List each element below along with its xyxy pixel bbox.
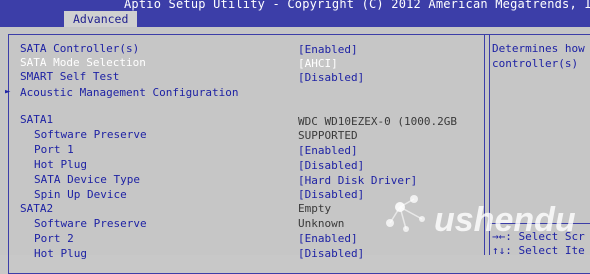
- port2-value[interactable]: [Enabled]: [298, 232, 358, 245]
- spin-up-device-label[interactable]: Spin Up Device: [34, 188, 127, 201]
- sata-mode-selection-value[interactable]: [AHCI]: [298, 57, 338, 70]
- bios-title: Aptio Setup Utility - Copyright (C) 2012…: [124, 0, 590, 11]
- watermark-text: ushendu: [434, 201, 576, 239]
- sata2-hot-plug-label[interactable]: Hot Plug: [34, 247, 87, 260]
- title-bar: Aptio Setup Utility - Copyright (C) 2012…: [0, 0, 590, 27]
- port1-label[interactable]: Port 1: [34, 143, 74, 156]
- smart-self-test-label[interactable]: SMART Self Test: [20, 70, 119, 83]
- port1-value[interactable]: [Enabled]: [298, 144, 358, 157]
- acoustic-management-configuration-link[interactable]: Acoustic Management Configuration: [20, 86, 239, 99]
- watermark-logo: ushendu: [386, 195, 576, 239]
- sata-device-type-label[interactable]: SATA Device Type: [34, 173, 140, 186]
- sata2-device-info: Empty: [298, 202, 332, 215]
- sata-controllers-label[interactable]: SATA Controller(s): [20, 42, 139, 55]
- sata1-label: SATA1: [20, 113, 54, 126]
- sata1-hot-plug-value[interactable]: [Disabled]: [298, 159, 364, 172]
- sata-controllers-value[interactable]: [Enabled]: [298, 43, 358, 56]
- submenu-arrow-icon: ►: [5, 87, 11, 97]
- spin-up-device-value[interactable]: [Disabled]: [298, 188, 364, 201]
- help-text-line2: controller(s): [492, 57, 579, 70]
- port2-label[interactable]: Port 2: [34, 232, 74, 245]
- sata1-software-preserve-value: SUPPORTED: [298, 129, 358, 142]
- sata2-software-preserve-value: Unknown: [298, 217, 345, 230]
- sata1-device-info: WDC WD10EZEX-0 (1000.2GB: [298, 115, 457, 128]
- sata2-hot-plug-value[interactable]: [Disabled]: [298, 247, 364, 260]
- sata2-label: SATA2: [20, 202, 54, 215]
- tab-advanced[interactable]: Advanced: [64, 11, 138, 27]
- help-text-line1: Determines how: [492, 42, 585, 55]
- sata-mode-selection-label[interactable]: SATA Mode Selection: [20, 56, 146, 69]
- sata1-hot-plug-label[interactable]: Hot Plug: [34, 158, 87, 171]
- sata1-software-preserve-label: Software Preserve: [34, 128, 147, 141]
- sata2-software-preserve-label: Software Preserve: [34, 217, 147, 230]
- smart-self-test-value[interactable]: [Disabled]: [298, 71, 364, 84]
